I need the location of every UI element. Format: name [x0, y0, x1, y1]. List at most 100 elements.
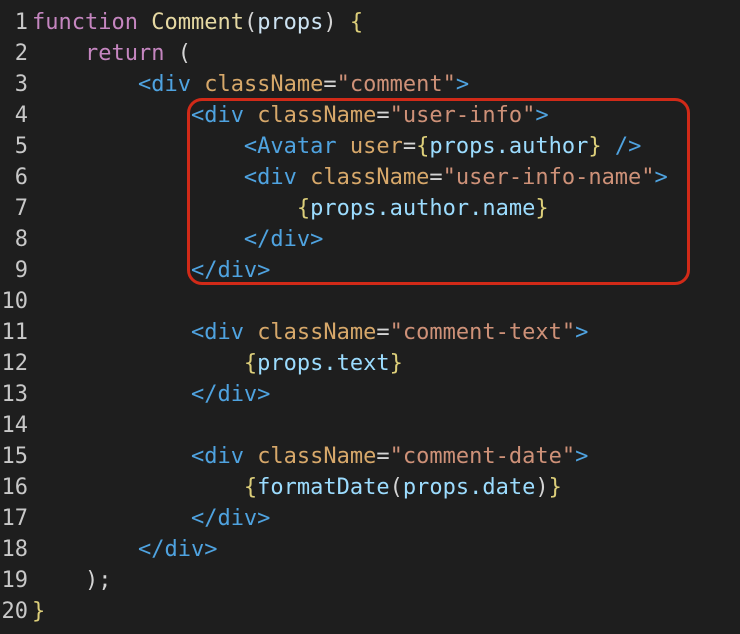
code-token: =: [376, 444, 390, 469]
code-token: =: [429, 165, 443, 190]
code-line: 17 </div>: [0, 503, 271, 534]
code-token: Comment: [151, 10, 244, 35]
code-token: props.author: [429, 134, 589, 159]
code-text: }: [32, 599, 45, 624]
code-line: 9 </div>: [0, 255, 271, 286]
code-text: <div className="comment-text">: [32, 320, 588, 345]
code-text: </div>: [32, 537, 217, 562]
code-token: );: [84, 568, 112, 593]
code-token: "comment": [336, 72, 456, 97]
code-line: 6 <div className="user-info-name">: [0, 162, 668, 193]
code-token: ): [535, 475, 549, 500]
code-token: <div: [190, 320, 244, 345]
code-text: </div>: [32, 506, 270, 531]
code-token: />: [614, 134, 642, 159]
code-token: >: [654, 165, 668, 190]
code-editor[interactable]: 1 function Comment(props) {2 return (3 <d…: [0, 0, 740, 634]
code-text: <div className="user-info-name">: [32, 165, 668, 190]
code-line: 13 </div>: [0, 379, 271, 410]
line-number: 20: [1, 599, 29, 624]
code-token: =: [376, 103, 390, 128]
code-token: (: [389, 475, 403, 500]
code-token: <div: [190, 444, 244, 469]
code-text: <div className="comment">: [32, 72, 469, 97]
code-token: <div: [190, 103, 244, 128]
code-token: className: [204, 72, 324, 97]
code-text: <Avatar user={props.author} />: [32, 134, 641, 159]
code-token: props.date: [402, 475, 536, 500]
code-token: {: [296, 196, 311, 221]
code-text: </div>: [32, 382, 270, 407]
line-number: 8: [14, 227, 28, 252]
code-token: user: [349, 134, 403, 159]
code-token: ): [323, 10, 350, 35]
code-line: 4 <div className="user-info">: [0, 100, 549, 131]
code-token: >: [575, 320, 589, 345]
line-number: 1: [14, 10, 28, 35]
code-token: }: [389, 351, 403, 376]
code-token: props: [257, 10, 324, 35]
code-token: }: [548, 475, 562, 500]
line-number: 3: [14, 72, 28, 97]
code-token: (: [164, 41, 191, 66]
code-token: </div>: [243, 227, 324, 252]
code-token: >: [575, 444, 589, 469]
code-token: className: [257, 320, 377, 345]
code-token: {: [243, 475, 258, 500]
code-line: 15 <div className="comment-date">: [0, 441, 589, 472]
code-line: 19 );: [0, 565, 112, 596]
line-number: 13: [1, 382, 29, 407]
code-text: <div className="comment-date">: [32, 444, 588, 469]
code-line: 12 {props.text}: [0, 348, 403, 379]
code-token: </div>: [190, 258, 271, 283]
code-line: 1 function Comment(props) {: [0, 7, 363, 38]
code-text: {formatDate(props.date)}: [32, 475, 562, 500]
code-token: "user-info-name": [442, 165, 655, 190]
line-number: 15: [1, 444, 29, 469]
code-line: 7 {props.author.name}: [0, 193, 549, 224]
code-token: =: [402, 134, 417, 159]
code-token: props.text: [257, 351, 390, 376]
code-line: 5 <Avatar user={props.author} />: [0, 131, 642, 162]
line-number: 11: [1, 320, 29, 345]
line-number: 5: [14, 134, 28, 159]
code-token: <div: [243, 165, 297, 190]
code-text: );: [32, 568, 112, 593]
code-token: return: [84, 41, 165, 66]
code-token: function: [32, 10, 138, 35]
code-line: 2 return (: [0, 38, 191, 69]
code-token: <div: [137, 72, 191, 97]
code-token: }: [588, 134, 602, 159]
code-text: function Comment(props) {: [32, 10, 363, 35]
line-number: 12: [1, 351, 29, 376]
code-line: 16 {formatDate(props.date)}: [0, 472, 562, 503]
line-number: 6: [14, 165, 28, 190]
code-token: className: [257, 444, 377, 469]
code-line: 11 <div className="comment-text">: [0, 317, 589, 348]
line-number: 4: [14, 103, 28, 128]
code-line: 18 </div>: [0, 534, 218, 565]
code-token: className: [257, 103, 377, 128]
code-token: "user-info": [389, 103, 536, 128]
code-token: =: [376, 320, 390, 345]
code-token: </div>: [190, 506, 271, 531]
code-text: </div>: [32, 227, 323, 252]
line-number: 10: [1, 289, 29, 314]
code-token: </div>: [190, 382, 271, 407]
line-number: 17: [1, 506, 29, 531]
code-line: 3 <div className="comment">: [0, 69, 469, 100]
code-token: <Avatar: [243, 134, 337, 159]
code-token: =: [323, 72, 337, 97]
code-text: return (: [32, 41, 191, 66]
code-token: }: [535, 196, 549, 221]
code-text: <div className="user-info">: [32, 103, 549, 128]
code-token: {: [243, 351, 258, 376]
code-token: {: [349, 10, 364, 35]
code-line: 8 </div>: [0, 224, 324, 255]
